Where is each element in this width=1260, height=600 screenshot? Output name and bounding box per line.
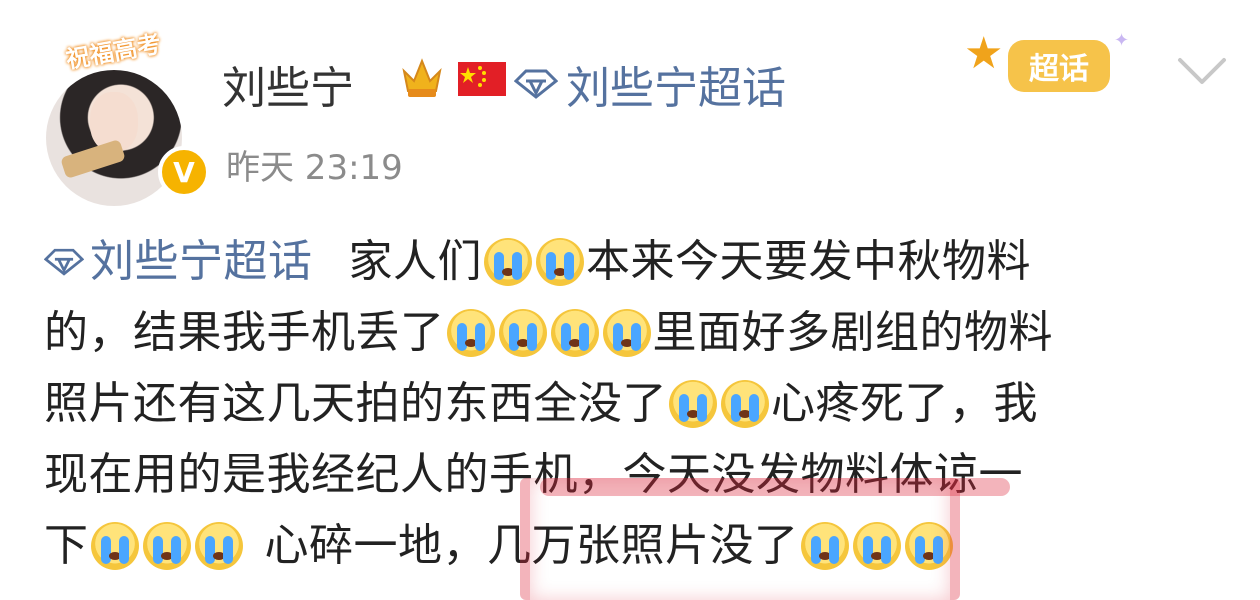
crying-emoji xyxy=(669,379,717,428)
post-topic-label: 刘些宁超话 xyxy=(90,236,313,287)
crying-emoji xyxy=(852,521,901,570)
topic-diamond-icon xyxy=(514,69,558,99)
chevron-down-icon[interactable] xyxy=(1176,56,1228,88)
post-topic-link[interactable]: 刘些宁超话 xyxy=(44,226,313,297)
avatar-food xyxy=(60,138,126,180)
post-text-line4: 现在用的是我经纪人的手机，今天没发物料体谅一 xyxy=(44,449,1023,500)
post-text-line1-head: 家人们 xyxy=(348,236,482,287)
topic-diamond-icon xyxy=(44,248,84,276)
post-line-5: 下 心碎一地， 几万张照片没了 xyxy=(44,510,1224,581)
post-text-line3-tail: 心疼死了，我 xyxy=(771,378,1038,429)
crying-emoji xyxy=(550,308,599,357)
topic-header-label: 刘些宁超话 xyxy=(566,63,786,114)
post-body: 刘些宁超话 家人们 本来今天要发中秋物料 的，结果我手机丢了 里面好多剧组的物料… xyxy=(44,226,1224,581)
post-text-line2-tail: 里面好多剧组的物料 xyxy=(652,307,1053,358)
crying-emoji xyxy=(536,237,584,286)
post-time: 昨天 23:19 xyxy=(226,148,403,188)
topic-header-link[interactable]: 刘些宁超话 xyxy=(514,52,786,116)
supertopic-badge-label: 超话 xyxy=(1008,40,1110,92)
crying-emoji xyxy=(904,521,953,570)
post-text-line5-tail: 几万张照片没了 xyxy=(487,520,799,571)
post-line-2: 的，结果我手机丢了 里面好多剧组的物料 xyxy=(44,297,1224,368)
supertopic-badge[interactable]: ★ 超话 ✦ xyxy=(964,28,1144,118)
crown-icon xyxy=(402,58,442,97)
crying-emoji xyxy=(721,379,769,428)
post-text-line5-mid: 心碎一地， xyxy=(264,520,487,571)
username[interactable]: 刘些宁 xyxy=(222,52,354,116)
verified-badge: V xyxy=(158,146,210,198)
post-line-1: 刘些宁超话 家人们 本来今天要发中秋物料 xyxy=(44,226,1224,297)
author-avatar-container[interactable]: 祝福高考 V xyxy=(38,28,210,206)
post-line-4: 现在用的是我经纪人的手机，今天没发物料体谅一 xyxy=(44,439,1224,510)
crying-emoji xyxy=(602,308,651,357)
crying-emoji xyxy=(194,521,243,570)
post-line-3: 照片还有这几天拍的东西全没了 心疼死了，我 xyxy=(44,368,1224,439)
crying-emoji xyxy=(484,237,532,286)
post-text-line5-head: 下 xyxy=(44,520,89,571)
post-text-line3-head: 照片还有这几天拍的东西全没了 xyxy=(44,378,667,429)
crying-emoji xyxy=(446,308,495,357)
crying-emoji xyxy=(90,521,139,570)
crying-emoji xyxy=(800,521,849,570)
sparkle-icon: ✦ xyxy=(1114,30,1130,51)
crying-emoji xyxy=(142,521,191,570)
crying-emoji xyxy=(498,308,547,357)
china-flag-icon xyxy=(458,62,506,96)
post-text-line2-head: 的，结果我手机丢了 xyxy=(44,307,445,358)
post-text-line1-tail: 本来今天要发中秋物料 xyxy=(586,236,1031,287)
star-icon: ★ xyxy=(964,28,1004,79)
